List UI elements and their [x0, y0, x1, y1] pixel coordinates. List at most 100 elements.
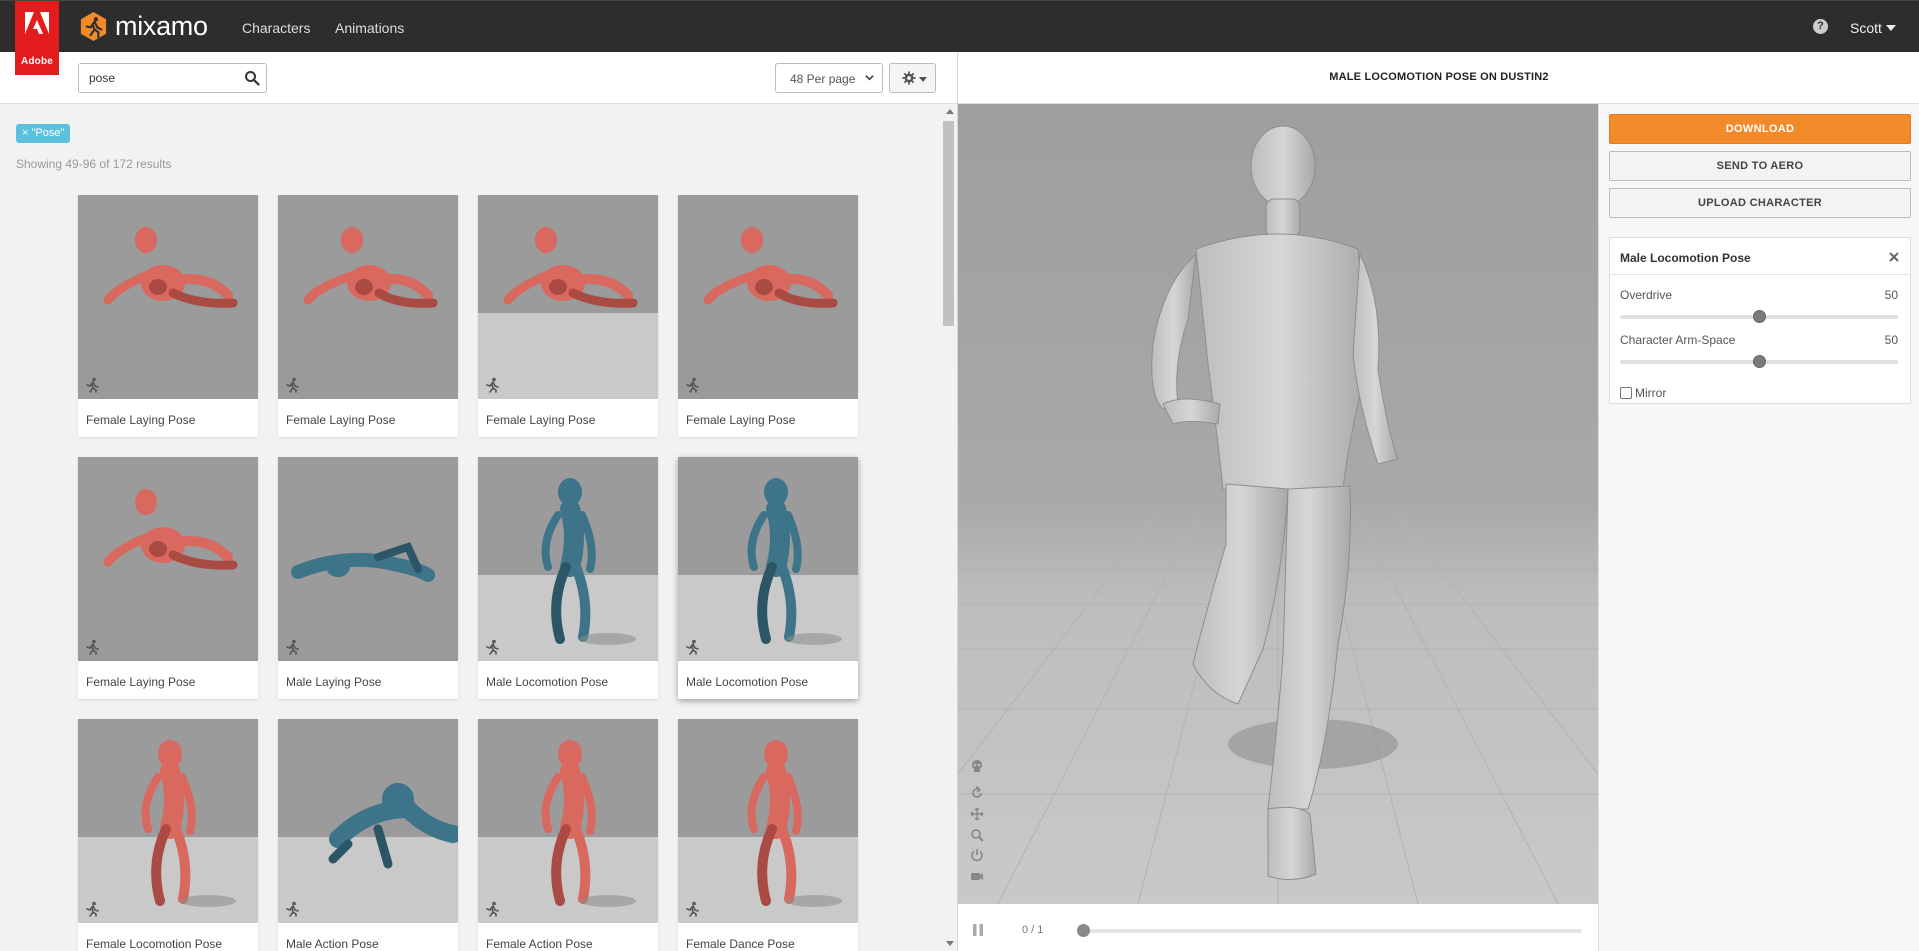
animation-card-label: Male Locomotion Pose — [486, 675, 609, 689]
arm-space-slider-handle[interactable] — [1753, 355, 1766, 368]
user-menu[interactable]: Scott — [1850, 20, 1896, 36]
animation-card-label: Male Action Pose — [286, 937, 379, 951]
download-button[interactable]: DOWNLOAD — [1609, 114, 1911, 144]
animation-card[interactable]: Male Laying Pose — [278, 457, 458, 699]
running-man-icon — [686, 901, 699, 917]
running-man-icon — [286, 377, 299, 393]
animation-card[interactable]: Female Laying Pose — [278, 195, 458, 437]
search-input[interactable] — [79, 64, 239, 92]
skull-icon[interactable] — [970, 759, 984, 773]
pause-icon[interactable] — [972, 924, 984, 936]
running-man-icon — [86, 901, 99, 917]
animation-card[interactable]: Female Action Pose — [478, 719, 658, 951]
browser-toolbar: 48 Per page — [0, 52, 957, 104]
animation-card[interactable]: Male Locomotion Pose — [678, 457, 858, 699]
animation-card[interactable]: Female Laying Pose — [78, 457, 258, 699]
search-icon[interactable] — [244, 70, 260, 86]
gear-icon — [902, 71, 916, 85]
caret-down-icon — [919, 77, 927, 82]
search-box — [78, 63, 267, 93]
animation-thumbnail — [678, 195, 858, 399]
top-bar: Adobe mixamo Characters Animations ? Sco… — [0, 0, 1919, 75]
animation-thumbnail — [78, 195, 258, 399]
power-icon[interactable] — [970, 848, 984, 862]
settings-sidebar: DOWNLOAD SEND TO AERO UPLOAD CHARACTER M… — [1598, 104, 1919, 951]
animation-card-label: Male Locomotion Pose — [686, 675, 809, 689]
animation-card-label: Female Laying Pose — [486, 413, 596, 427]
per-page-select[interactable]: 48 Per page — [775, 63, 883, 93]
pan-icon[interactable] — [970, 807, 984, 821]
running-man-icon — [486, 901, 499, 917]
running-man-icon — [486, 639, 499, 655]
running-man-icon — [86, 639, 99, 655]
animation-thumbnail — [478, 457, 658, 661]
viewer-title: MALE LOCOMOTION POSE ON DUSTIN2 — [958, 52, 1919, 104]
animation-card-label: Female Laying Pose — [686, 413, 796, 427]
animation-card[interactable]: Male Action Pose — [278, 719, 458, 951]
mirror-option[interactable]: Mirror — [1620, 386, 1666, 400]
animation-card[interactable]: Female Laying Pose — [478, 195, 658, 437]
results-count: Showing 49-96 of 172 results — [16, 157, 172, 171]
running-man-icon — [86, 377, 99, 393]
send-to-aero-button[interactable]: SEND TO AERO — [1609, 151, 1911, 181]
chevron-down-icon — [865, 75, 874, 81]
overdrive-label: Overdrive — [1620, 288, 1673, 302]
animation-card[interactable]: Female Laying Pose — [678, 195, 858, 437]
animation-thumbnail — [478, 719, 658, 923]
animation-thumbnail — [278, 457, 458, 661]
upload-character-button[interactable]: UPLOAD CHARACTER — [1609, 188, 1911, 218]
zoom-icon[interactable] — [970, 828, 984, 842]
animation-thumbnail — [478, 195, 658, 399]
animation-thumbnail — [78, 719, 258, 923]
animation-card-label: Female Laying Pose — [86, 413, 196, 427]
running-man-icon — [286, 901, 299, 917]
scrollbar-thumb[interactable] — [943, 121, 954, 326]
character-preview — [958, 104, 1598, 904]
animation-card-label: Female Laying Pose — [86, 675, 196, 689]
logo-text: mixamo — [115, 11, 208, 41]
camera-icon[interactable] — [970, 869, 984, 883]
running-man-icon — [686, 639, 699, 655]
animation-card[interactable]: Male Locomotion Pose — [478, 457, 658, 699]
animation-thumbnail — [278, 719, 458, 923]
close-icon[interactable] — [1888, 251, 1900, 263]
settings-dropdown-button[interactable] — [889, 63, 936, 93]
nav-animations[interactable]: Animations — [335, 20, 404, 36]
panel-divider — [1610, 274, 1910, 275]
frame-counter: 0 / 1 — [1022, 924, 1044, 936]
mirror-label: Mirror — [1635, 386, 1667, 400]
arm-space-label: Character Arm-Space — [1620, 333, 1736, 347]
mixamo-logo[interactable]: mixamo — [78, 11, 208, 42]
overdrive-slider-handle[interactable] — [1753, 310, 1766, 323]
animation-card[interactable]: Female Locomotion Pose — [78, 719, 258, 951]
animation-card-label: Female Dance Pose — [686, 937, 795, 951]
animation-card[interactable]: Female Laying Pose — [78, 195, 258, 437]
preview-pane: MALE LOCOMOTION POSE ON DUSTIN2 0 / 1 DO… — [957, 52, 1919, 951]
help-icon[interactable]: ? — [1813, 19, 1828, 34]
scroll-up-arrow-icon[interactable] — [946, 109, 954, 114]
running-man-icon — [686, 377, 699, 393]
arm-space-value: 50 — [1884, 333, 1898, 347]
timeline-track[interactable] — [1082, 929, 1582, 933]
timeline-handle[interactable] — [1077, 924, 1090, 937]
animation-thumbnail — [678, 719, 858, 923]
animation-thumbnail — [78, 457, 258, 661]
per-page-value: 48 Per page — [790, 72, 856, 86]
mirror-checkbox[interactable] — [1620, 387, 1632, 399]
running-man-icon — [286, 639, 299, 655]
running-man-icon — [486, 377, 499, 393]
nav-characters[interactable]: Characters — [242, 20, 310, 36]
3d-viewport[interactable] — [958, 104, 1598, 904]
rotate-icon[interactable] — [970, 786, 984, 800]
overdrive-value: 50 — [1884, 288, 1898, 302]
playback-bar: 0 / 1 — [958, 904, 1598, 951]
chevron-down-icon — [1885, 25, 1896, 31]
scroll-down-arrow-icon[interactable] — [946, 941, 954, 946]
animation-thumbnail — [678, 457, 858, 661]
adobe-logo[interactable]: Adobe — [15, 1, 59, 75]
user-name: Scott — [1850, 20, 1882, 36]
animation-thumbnail — [278, 195, 458, 399]
animation-settings-panel: Male Locomotion Pose Overdrive 50 Charac… — [1609, 237, 1911, 404]
filter-tag-pose[interactable]: × "Pose" — [16, 124, 71, 143]
animation-card[interactable]: Female Dance Pose — [678, 719, 858, 951]
